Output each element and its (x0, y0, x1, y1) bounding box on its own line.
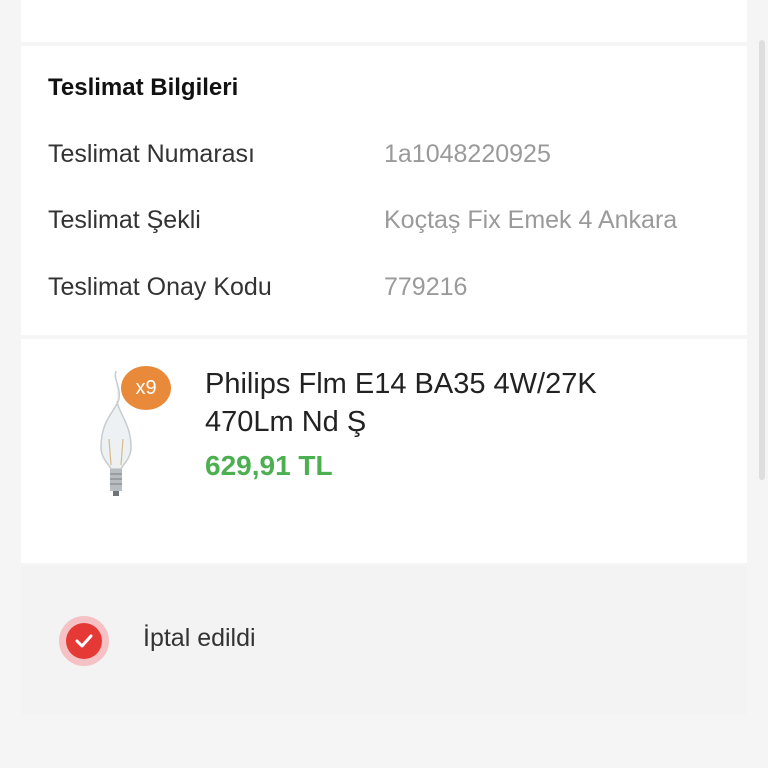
order-status-card: İptal edildi (21, 566, 747, 714)
order-status-label: İptal edildi (143, 624, 256, 652)
delivery-info-card: Teslimat Bilgileri Teslimat Numarası 1a1… (21, 46, 747, 335)
delivery-info-title: Teslimat Bilgileri (48, 74, 239, 101)
delivery-code-value: 779216 (384, 273, 468, 301)
scrollbar[interactable] (759, 40, 765, 480)
delivery-method-value: Koçtaş Fix Emek 4 Ankara (384, 206, 678, 234)
check-circle-icon (59, 616, 109, 666)
previous-section-card (21, 0, 747, 42)
delivery-code-label: Teslimat Onay Kodu (48, 273, 272, 301)
product-price: 629,91 TL (205, 450, 333, 481)
delivery-number-label: Teslimat Numarası (48, 140, 255, 168)
product-card[interactable]: x9 Philips Flm E14 BA35 4W/27K 470Lm Nd … (21, 339, 747, 563)
quantity-badge: x9 (121, 366, 171, 410)
delivery-number-value: 1a1048220925 (384, 140, 551, 168)
delivery-method-label: Teslimat Şekli (48, 206, 201, 234)
product-name[interactable]: Philips Flm E14 BA35 4W/27K 470Lm Nd Ş (205, 365, 675, 441)
